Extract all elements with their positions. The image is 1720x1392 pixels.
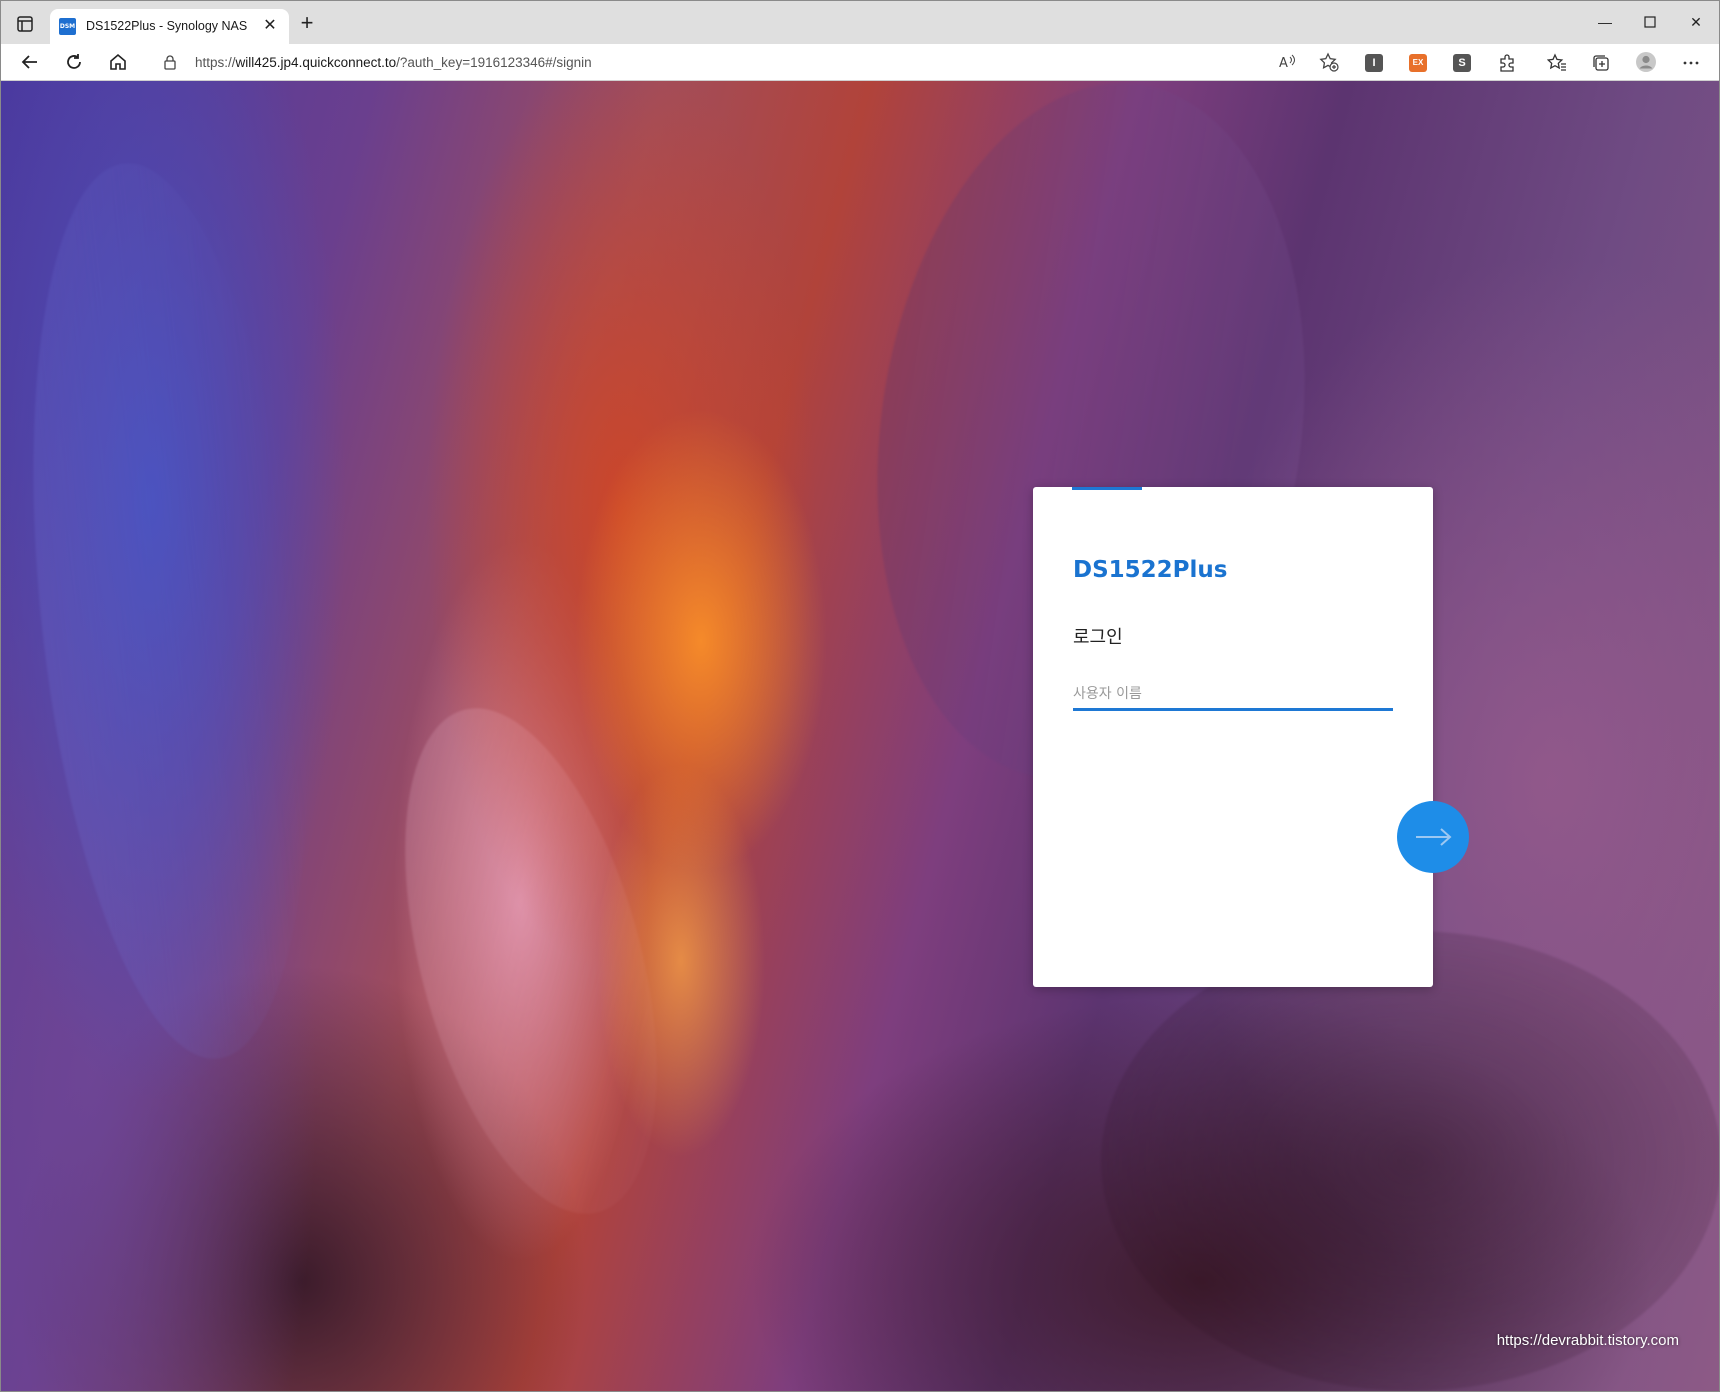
card-accent-bar: [1072, 487, 1142, 490]
tab-close-icon[interactable]: ✕: [261, 17, 279, 35]
profile-avatar-icon[interactable]: [1635, 51, 1657, 73]
tab-strip: DSM DS1522Plus - Synology NAS ✕ + — ✕: [1, 1, 1719, 44]
login-title: 로그인: [1073, 627, 1123, 648]
minimize-icon[interactable]: —: [1593, 10, 1617, 34]
back-arrow-icon[interactable]: [17, 49, 43, 75]
refresh-icon[interactable]: [61, 49, 87, 75]
extension-s-icon[interactable]: S: [1453, 54, 1471, 72]
maximize-icon[interactable]: [1638, 10, 1662, 34]
close-window-icon[interactable]: ✕: [1684, 10, 1708, 34]
username-input[interactable]: [1073, 679, 1393, 711]
extensions-puzzle-icon[interactable]: [1497, 53, 1517, 73]
add-favorite-icon[interactable]: [1319, 52, 1339, 72]
browser-tab[interactable]: DSM DS1522Plus - Synology NAS ✕: [50, 9, 289, 44]
more-options-icon[interactable]: [1681, 53, 1701, 73]
browser-window: DSM DS1522Plus - Synology NAS ✕ + — ✕ ht…: [0, 0, 1720, 1392]
arrow-right-icon: [1416, 828, 1452, 846]
read-aloud-icon[interactable]: A: [1277, 52, 1297, 72]
extension-i-icon[interactable]: I: [1365, 54, 1383, 72]
address-bar[interactable]: https://will425.jp4.quickconnect.to/?aut…: [147, 47, 1339, 78]
favorites-icon[interactable]: [1546, 53, 1567, 73]
browser-toolbar: https://will425.jp4.quickconnect.to/?aut…: [1, 44, 1719, 81]
new-tab-icon[interactable]: +: [297, 12, 317, 34]
svg-text:A: A: [1279, 56, 1288, 71]
watermark-text: https://devrabbit.tistory.com: [1496, 1332, 1679, 1349]
tab-title: DS1522Plus - Synology NAS: [86, 19, 248, 33]
tab-actions-icon[interactable]: [13, 12, 37, 36]
extension-ex-icon[interactable]: EX: [1409, 54, 1427, 72]
lock-icon[interactable]: [163, 55, 177, 70]
collections-icon[interactable]: [1591, 53, 1611, 73]
login-background-image: [1, 81, 1719, 1391]
login-card: DS1522Plus 로그인: [1033, 487, 1433, 987]
server-name: DS1522Plus: [1073, 557, 1228, 583]
url-text: https://will425.jp4.quickconnect.to/?aut…: [195, 55, 592, 70]
next-button[interactable]: [1397, 801, 1469, 873]
synology-favicon-icon: DSM: [59, 18, 76, 35]
home-icon[interactable]: [105, 49, 131, 75]
